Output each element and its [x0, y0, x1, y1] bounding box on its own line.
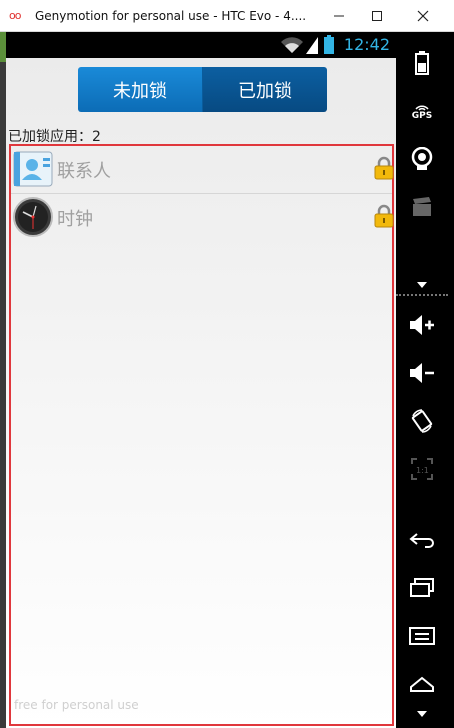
close-button[interactable]	[400, 0, 446, 32]
back-icon	[409, 533, 434, 548]
menu-button[interactable]	[396, 622, 448, 650]
chevron-down-icon	[417, 282, 427, 288]
lock-filter-tabs: 未加锁 已加锁	[78, 67, 327, 112]
maximize-icon	[372, 11, 382, 21]
genymotion-logo: oo	[9, 9, 21, 22]
status-time: 12:42	[343, 35, 390, 54]
battery-icon	[415, 51, 429, 75]
signal-icon	[306, 37, 318, 54]
svg-text:1:1: 1:1	[416, 466, 429, 475]
home-button[interactable]	[396, 670, 448, 698]
list-item[interactable]: 联系人	[11, 146, 394, 194]
minimize-icon	[334, 15, 344, 17]
battery-button[interactable]	[396, 46, 448, 80]
toolbar-divider	[396, 294, 448, 296]
rotate-button[interactable]	[396, 406, 448, 436]
app-screen: 未加锁 已加锁 已加锁应用：2 联系人 时钟 free for personal…	[6, 58, 396, 728]
pixel-perfect-button[interactable]: 1:1	[396, 454, 448, 484]
tab-locked[interactable]: 已加锁	[203, 67, 327, 112]
android-statusbar: 12:42	[6, 32, 396, 58]
window-titlebar: oo Genymotion for personal use - HTC Evo…	[0, 0, 454, 32]
genymotion-toolbar: GPS 1:1	[396, 32, 454, 728]
app-name: 时钟	[57, 209, 93, 230]
lock-icon[interactable]	[374, 156, 394, 180]
rotate-icon	[411, 409, 433, 433]
expand-button[interactable]	[396, 278, 448, 292]
volume-up-button[interactable]	[396, 310, 448, 340]
home-icon	[410, 676, 434, 692]
volume-down-icon	[410, 363, 434, 383]
battery-status-icon	[324, 35, 334, 54]
media-icon	[413, 197, 431, 216]
wifi-icon	[281, 37, 303, 53]
watermark: free for personal use	[14, 698, 139, 712]
back-button[interactable]	[396, 526, 448, 554]
tab-unlocked[interactable]: 未加锁	[78, 67, 203, 112]
locked-app-list: 联系人 时钟	[9, 144, 394, 726]
list-item[interactable]: 时钟	[11, 194, 394, 242]
recent-apps-button[interactable]	[396, 574, 448, 602]
camera-icon	[411, 147, 433, 170]
menu-icon	[409, 627, 435, 645]
maximize-button[interactable]	[354, 0, 400, 32]
clock-icon	[13, 197, 53, 237]
close-icon	[417, 10, 429, 22]
gps-icon	[415, 105, 429, 111]
contacts-icon	[13, 151, 53, 187]
pixel-perfect-icon: 1:1	[411, 458, 433, 480]
volume-down-button[interactable]	[396, 358, 448, 388]
gps-label: GPS	[411, 111, 433, 121]
gps-button[interactable]: GPS	[396, 96, 448, 126]
app-name: 联系人	[57, 161, 111, 182]
camera-button[interactable]	[396, 144, 448, 174]
volume-up-icon	[410, 315, 434, 335]
locked-count-label: 已加锁应用：2	[8, 129, 101, 145]
media-button[interactable]	[396, 192, 448, 222]
lock-icon[interactable]	[374, 204, 394, 228]
scroll-down-button[interactable]	[396, 708, 448, 720]
window-title: Genymotion for personal use - HTC Evo - …	[35, 8, 307, 23]
recent-apps-icon	[410, 578, 434, 597]
chevron-down-icon	[417, 711, 427, 717]
